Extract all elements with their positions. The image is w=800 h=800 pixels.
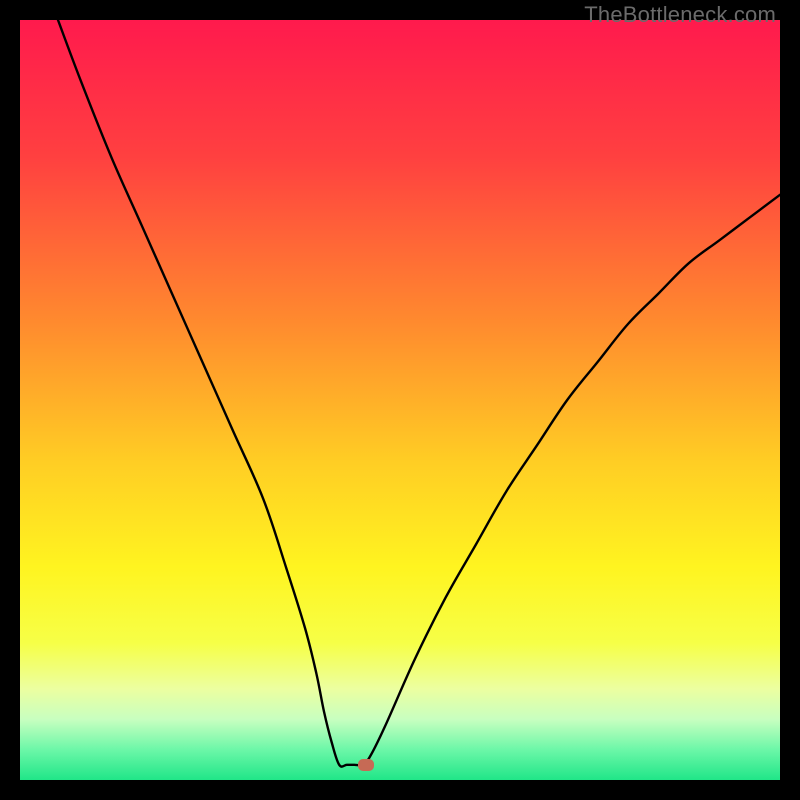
optimal-point-marker [358,759,374,771]
bottleneck-curve [20,20,780,780]
plot-area [20,20,780,780]
watermark-label: TheBottleneck.com [584,2,776,28]
